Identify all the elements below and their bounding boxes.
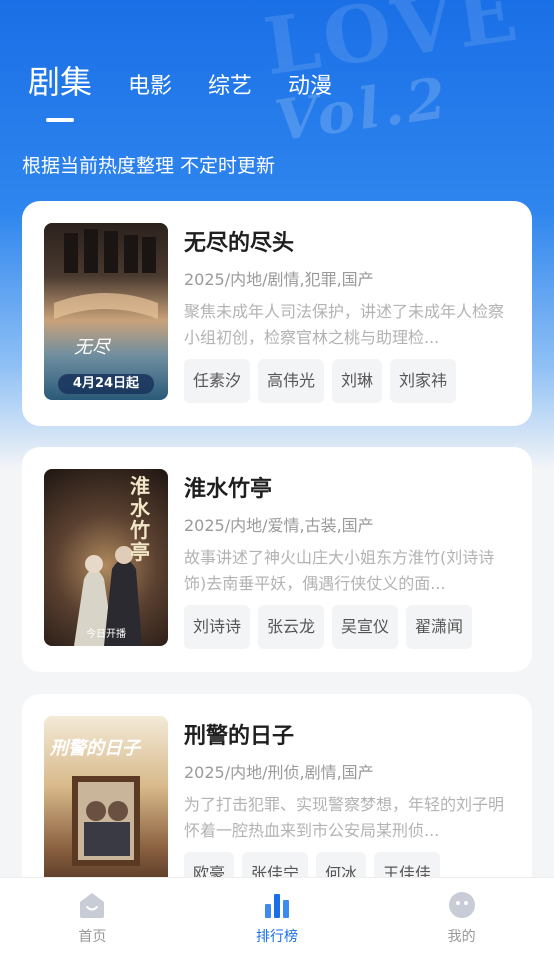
category-tabs: 剧集 电影 综艺 动漫 xyxy=(28,62,332,122)
active-tab-indicator xyxy=(46,118,74,122)
bottom-navigation: 首页 排行榜 我的 xyxy=(0,877,554,955)
nav-ranking[interactable]: 排行榜 xyxy=(185,878,370,955)
tab-label: 电影 xyxy=(128,74,173,99)
list-item[interactable]: 淮水竹亭 今日开播 淮水竹亭 2025/内地/爱情,古装,国产 故事讲述了神火山… xyxy=(22,447,532,672)
cast-tag[interactable]: 刘家祎 xyxy=(390,359,457,403)
nav-home[interactable]: 首页 xyxy=(0,878,185,955)
cast-tag[interactable]: 刘琳 xyxy=(332,359,383,403)
decorative-lettering: LOVE Vol.2 xyxy=(258,0,527,155)
cast-tags: 刘诗诗 张云龙 吴宣仪 翟潇闻 xyxy=(184,605,510,649)
home-icon xyxy=(80,893,105,918)
cast-tag[interactable]: 吴宣仪 xyxy=(332,605,399,649)
item-meta: 2025/内地/剧情,犯罪,国产 xyxy=(184,270,374,289)
item-meta: 2025/内地/爱情,古装,国产 xyxy=(184,516,374,535)
item-description: 聚焦未成年人司法保护，讲述了未成年人检察小组初创，检察官林之桃与助理检... xyxy=(184,302,505,347)
poster-image[interactable]: 淮水竹亭 今日开播 xyxy=(44,469,168,646)
cast-tag[interactable]: 刘诗诗 xyxy=(184,605,251,649)
item-title[interactable]: 刑警的日子 xyxy=(184,722,510,752)
item-description: 为了打击犯罪、实现警察梦想，年轻的刘子明怀着一腔热血来到市公安局某刑侦... xyxy=(184,795,505,840)
poster-title: 刑警的日子 xyxy=(50,738,140,759)
item-title[interactable]: 淮水竹亭 xyxy=(184,475,510,505)
poster-image[interactable]: 刑警的日子 xyxy=(44,716,168,893)
tab-label: 综艺 xyxy=(208,74,253,99)
tab-variety[interactable]: 综艺 xyxy=(208,72,252,102)
tab-drama[interactable]: 剧集 xyxy=(28,62,93,122)
nav-label: 首页 xyxy=(78,929,107,945)
item-info: 无尽的尽头 2025/内地/剧情,犯罪,国产 聚焦未成年人司法保护，讲述了未成年… xyxy=(184,223,510,404)
item-description: 故事讲述了神火山庄大小姐东方淮竹(刘诗诗 饰)去南垂平妖，偶遇行侠仗义的面... xyxy=(184,548,495,593)
cast-tag[interactable]: 高伟光 xyxy=(258,359,325,403)
cast-tag[interactable]: 翟潇闻 xyxy=(406,605,473,649)
list-item[interactable]: 无尽 4月24日起 无尽的尽头 2025/内地/剧情,犯罪,国产 聚焦未成年人司… xyxy=(22,201,532,426)
page-subtitle: 根据当前热度整理 不定时更新 xyxy=(22,155,276,177)
poster-badge: 今日开播 xyxy=(86,629,126,640)
tab-movie[interactable]: 电影 xyxy=(128,72,172,102)
cast-tag[interactable]: 任素汐 xyxy=(184,359,251,403)
poster-badge: 4月24日起 xyxy=(58,374,154,394)
cast-tag[interactable]: 张云龙 xyxy=(258,605,325,649)
nav-profile[interactable]: 我的 xyxy=(369,878,554,955)
tab-anime[interactable]: 动漫 xyxy=(288,72,332,102)
tab-label: 剧集 xyxy=(28,63,93,101)
profile-icon xyxy=(448,892,475,918)
poster-title: 淮水竹亭 xyxy=(130,474,150,564)
nav-label: 排行榜 xyxy=(256,929,298,945)
ranking-icon xyxy=(265,894,289,918)
cast-tags: 任素汐 高伟光 刘琳 刘家祎 xyxy=(184,359,510,403)
tab-label: 动漫 xyxy=(288,74,333,99)
item-info: 淮水竹亭 2025/内地/爱情,古装,国产 故事讲述了神火山庄大小姐东方淮竹(刘… xyxy=(184,469,510,650)
nav-label: 我的 xyxy=(447,929,476,945)
item-meta: 2025/内地/刑侦,剧情,国产 xyxy=(184,763,374,782)
item-title[interactable]: 无尽的尽头 xyxy=(184,229,510,259)
poster-image[interactable]: 无尽 4月24日起 xyxy=(44,223,168,400)
svg-text:无尽: 无尽 xyxy=(74,337,112,358)
